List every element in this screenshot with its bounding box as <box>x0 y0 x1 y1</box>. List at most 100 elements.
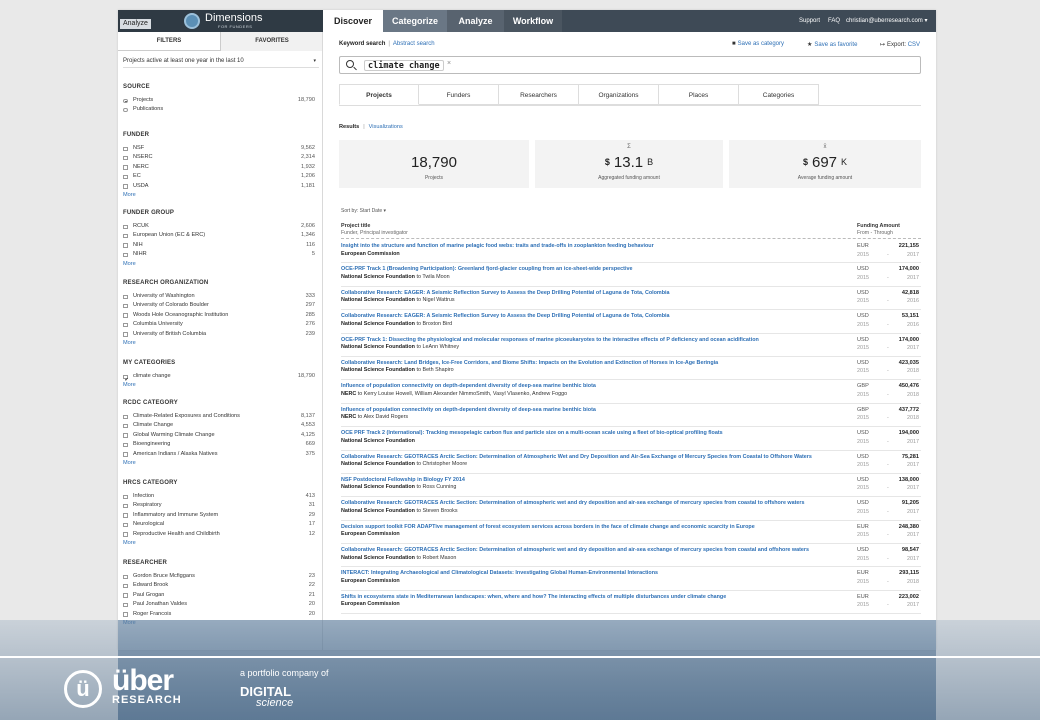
abstract-search-link[interactable]: Abstract search <box>393 41 435 47</box>
filter-more-link[interactable]: More <box>123 192 136 198</box>
table-row[interactable]: Influence of population connectivity on … <box>341 404 921 428</box>
checkbox[interactable] <box>123 155 128 161</box>
filter-option[interactable]: European Union (EC & ERC) 1,346 <box>123 231 315 240</box>
filter-option[interactable]: Roger Francois 20 <box>123 610 315 619</box>
filter-option[interactable]: Edward Brook 22 <box>123 581 315 590</box>
filter-option[interactable]: NSF 9,562 <box>123 144 315 153</box>
filter-option[interactable]: Paul Grogan 21 <box>123 591 315 600</box>
filter-option[interactable]: Bioengineering 669 <box>123 440 315 449</box>
filter-option[interactable]: University of British Columbia 239 <box>123 330 315 339</box>
sort-by-dropdown[interactable]: Sort by: Start Date ▾ <box>341 208 386 214</box>
filter-option[interactable]: EC 1,206 <box>123 172 315 181</box>
checkbox[interactable] <box>123 303 128 309</box>
filter-more-link[interactable]: More <box>123 460 136 466</box>
user-menu[interactable]: christian@uberresearch.com ▾ <box>846 10 927 32</box>
filter-option[interactable]: Paul Jonathan Valdes 20 <box>123 600 315 609</box>
checkbox[interactable] <box>123 442 128 448</box>
tab-analyze[interactable]: Analyze <box>447 10 504 32</box>
filter-option[interactable]: Climate Change 4,553 <box>123 421 315 430</box>
checkbox[interactable] <box>123 452 128 457</box>
radio-button[interactable] <box>123 107 128 113</box>
table-row[interactable]: Shifts in ecosystems state in Mediterran… <box>341 591 921 615</box>
tab-workflow[interactable]: Workflow <box>504 10 562 32</box>
export-action[interactable]: ↦ Export: CSV <box>880 41 920 48</box>
checkbox[interactable] <box>123 414 128 419</box>
filter-option[interactable]: RCUK 2,606 <box>123 222 315 231</box>
tab-funders[interactable]: Funders <box>419 84 499 105</box>
table-row[interactable]: Collaborative Research: GEOTRACES Arctic… <box>341 451 921 474</box>
project-title-link[interactable]: Collaborative Research: EAGER: A Seismic… <box>341 313 851 321</box>
results-link[interactable]: Results <box>339 124 359 130</box>
query-chip[interactable]: climate change <box>364 60 444 71</box>
table-row[interactable]: OCE-PRF Track 1: Dissecting the physiolo… <box>341 334 921 357</box>
project-title-link[interactable]: OCE-PRF Track 1: Dissecting the physiolo… <box>341 337 851 345</box>
project-title-link[interactable]: Collaborative Research: EAGER: A Seismic… <box>341 290 851 298</box>
filter-more-link[interactable]: More <box>123 382 136 388</box>
table-row[interactable]: Collaborative Research: GEOTRACES Arctic… <box>341 497 921 521</box>
table-row[interactable]: Collaborative Research: GEOTRACES Arctic… <box>341 544 921 568</box>
filter-option[interactable]: Inflammatory and Immune System 29 <box>123 511 315 520</box>
search-input[interactable]: climate change × <box>339 56 921 74</box>
tab-filters[interactable]: FILTERS <box>118 32 220 51</box>
tab-categories[interactable]: Categories <box>739 84 819 105</box>
filter-option[interactable]: ✔ climate change 18,790 <box>123 372 315 383</box>
faq-link[interactable]: FAQ <box>828 10 840 32</box>
checkbox[interactable] <box>123 593 128 598</box>
save-category-action[interactable]: ■ Save as category <box>732 41 784 47</box>
checkbox[interactable] <box>123 184 128 189</box>
filter-option[interactable]: Neurological 17 <box>123 520 315 529</box>
filter-more-link[interactable]: More <box>123 340 136 346</box>
project-title-link[interactable]: Collaborative Research: GEOTRACES Arctic… <box>341 500 851 508</box>
filter-option[interactable]: Infection 413 <box>123 492 315 501</box>
filter-option[interactable]: NERC 1,932 <box>123 163 315 172</box>
support-link[interactable]: Support <box>799 10 820 32</box>
filter-option[interactable]: University of Colorado Boulder 297 <box>123 301 315 310</box>
project-title-link[interactable]: Collaborative Research: Land Bridges, Ic… <box>341 360 851 368</box>
filter-option[interactable]: NSERC 2,314 <box>123 153 315 162</box>
filter-option[interactable]: American Indians / Alaska Natives 375 <box>123 450 315 459</box>
filter-option[interactable]: Gordon Bruce Mcfiggans 23 <box>123 572 315 581</box>
checkbox[interactable] <box>123 574 128 579</box>
checkbox[interactable] <box>123 503 128 509</box>
table-row[interactable]: Collaborative Research: EAGER: A Seismic… <box>341 287 921 311</box>
radio-button[interactable] <box>123 98 128 103</box>
tab-organizations[interactable]: Organizations <box>579 84 659 105</box>
filter-option[interactable]: Woods Hole Oceanographic Institution 285 <box>123 311 315 320</box>
checkbox[interactable] <box>123 583 128 589</box>
project-title-link[interactable]: NSF Postdoctoral Fellowship in Biology F… <box>341 477 851 485</box>
table-row[interactable]: Insight into the structure and function … <box>341 240 921 264</box>
analyze-chip[interactable]: Analyze <box>120 19 151 29</box>
checkbox[interactable] <box>123 423 128 429</box>
checkbox[interactable] <box>123 522 128 528</box>
table-row[interactable]: INTERACT: Integrating Archaeological and… <box>341 567 921 591</box>
filter-option[interactable]: Respiratory 31 <box>123 501 315 510</box>
tab-favorites[interactable]: FAVORITES <box>220 32 322 51</box>
filter-option[interactable]: Publications <box>123 105 315 114</box>
filter-option[interactable]: Climate-Related Exposures and Conditions… <box>123 412 315 421</box>
checkbox[interactable] <box>123 532 128 537</box>
project-title-link[interactable]: Influence of population connectivity on … <box>341 383 851 391</box>
checkbox[interactable] <box>123 602 128 608</box>
project-title-link[interactable]: OCE-PRF Track 1 (Broadening Participatio… <box>341 266 851 274</box>
checkbox[interactable] <box>123 494 128 499</box>
project-title-link[interactable]: Decision support toolkit FOR ADAPTive ma… <box>341 524 851 532</box>
table-row[interactable]: Decision support toolkit FOR ADAPTive ma… <box>341 521 921 545</box>
checkbox[interactable] <box>123 313 128 318</box>
filter-option[interactable]: NIHR 5 <box>123 250 315 259</box>
project-title-link[interactable]: Insight into the structure and function … <box>341 243 851 251</box>
checkbox[interactable] <box>123 294 128 299</box>
checkbox[interactable] <box>123 224 128 229</box>
project-title-link[interactable]: Shifts in ecosystems state in Mediterran… <box>341 594 851 602</box>
tab-discover[interactable]: Discover <box>323 10 383 32</box>
checkbox[interactable]: ✔ <box>123 374 129 383</box>
table-row[interactable]: NSF Postdoctoral Fellowship in Biology F… <box>341 474 921 498</box>
tab-categorize[interactable]: Categorize <box>383 10 447 32</box>
table-row[interactable]: OCE-PRF Track 1 (Broadening Participatio… <box>341 263 921 287</box>
project-title-link[interactable]: OCE PRF Track 2 (International): Trackin… <box>341 430 851 438</box>
remove-query-icon[interactable]: × <box>447 60 451 67</box>
project-title-link[interactable]: INTERACT: Integrating Archaeological and… <box>341 570 851 578</box>
filter-option[interactable]: University of Washington 333 <box>123 292 315 301</box>
table-row[interactable]: Influence of population connectivity on … <box>341 380 921 404</box>
period-select[interactable]: Projects active at least one year in the… <box>123 54 319 68</box>
filter-more-link[interactable]: More <box>123 540 136 546</box>
